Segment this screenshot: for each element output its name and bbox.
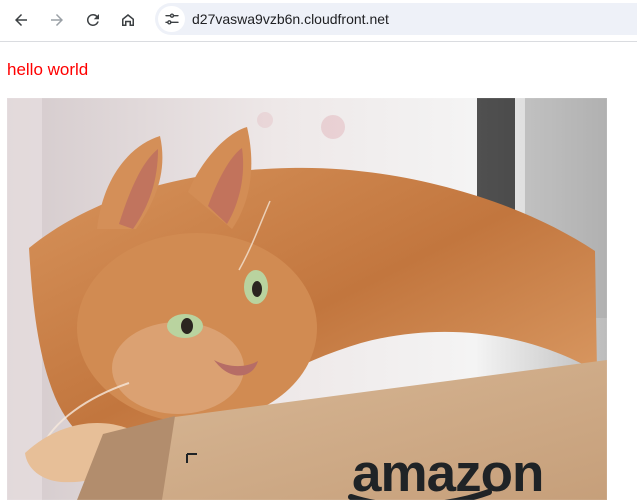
forward-button[interactable] xyxy=(43,6,71,34)
url-text[interactable]: d27vaswa9vzb6n.cloudfront.net xyxy=(192,11,389,27)
browser-toolbar: d27vaswa9vzb6n.cloudfront.net xyxy=(0,0,637,42)
tune-icon xyxy=(164,13,179,25)
forward-arrow-icon xyxy=(51,14,63,26)
cat-in-box-image: amazon xyxy=(7,98,607,500)
home-button[interactable] xyxy=(114,6,142,34)
hello-world-text: hello world xyxy=(7,60,89,79)
page-content: hello world amazon xyxy=(0,43,637,500)
cat-photo: amazon xyxy=(7,98,607,500)
site-info-button[interactable] xyxy=(158,6,185,32)
address-bar[interactable]: d27vaswa9vzb6n.cloudfront.net xyxy=(155,3,637,35)
amazon-box-text: amazon xyxy=(352,444,543,500)
home-icon xyxy=(122,14,134,26)
back-button[interactable] xyxy=(7,6,35,34)
reload-button[interactable] xyxy=(79,6,107,34)
reload-icon xyxy=(86,13,99,26)
back-arrow-icon xyxy=(15,14,27,26)
